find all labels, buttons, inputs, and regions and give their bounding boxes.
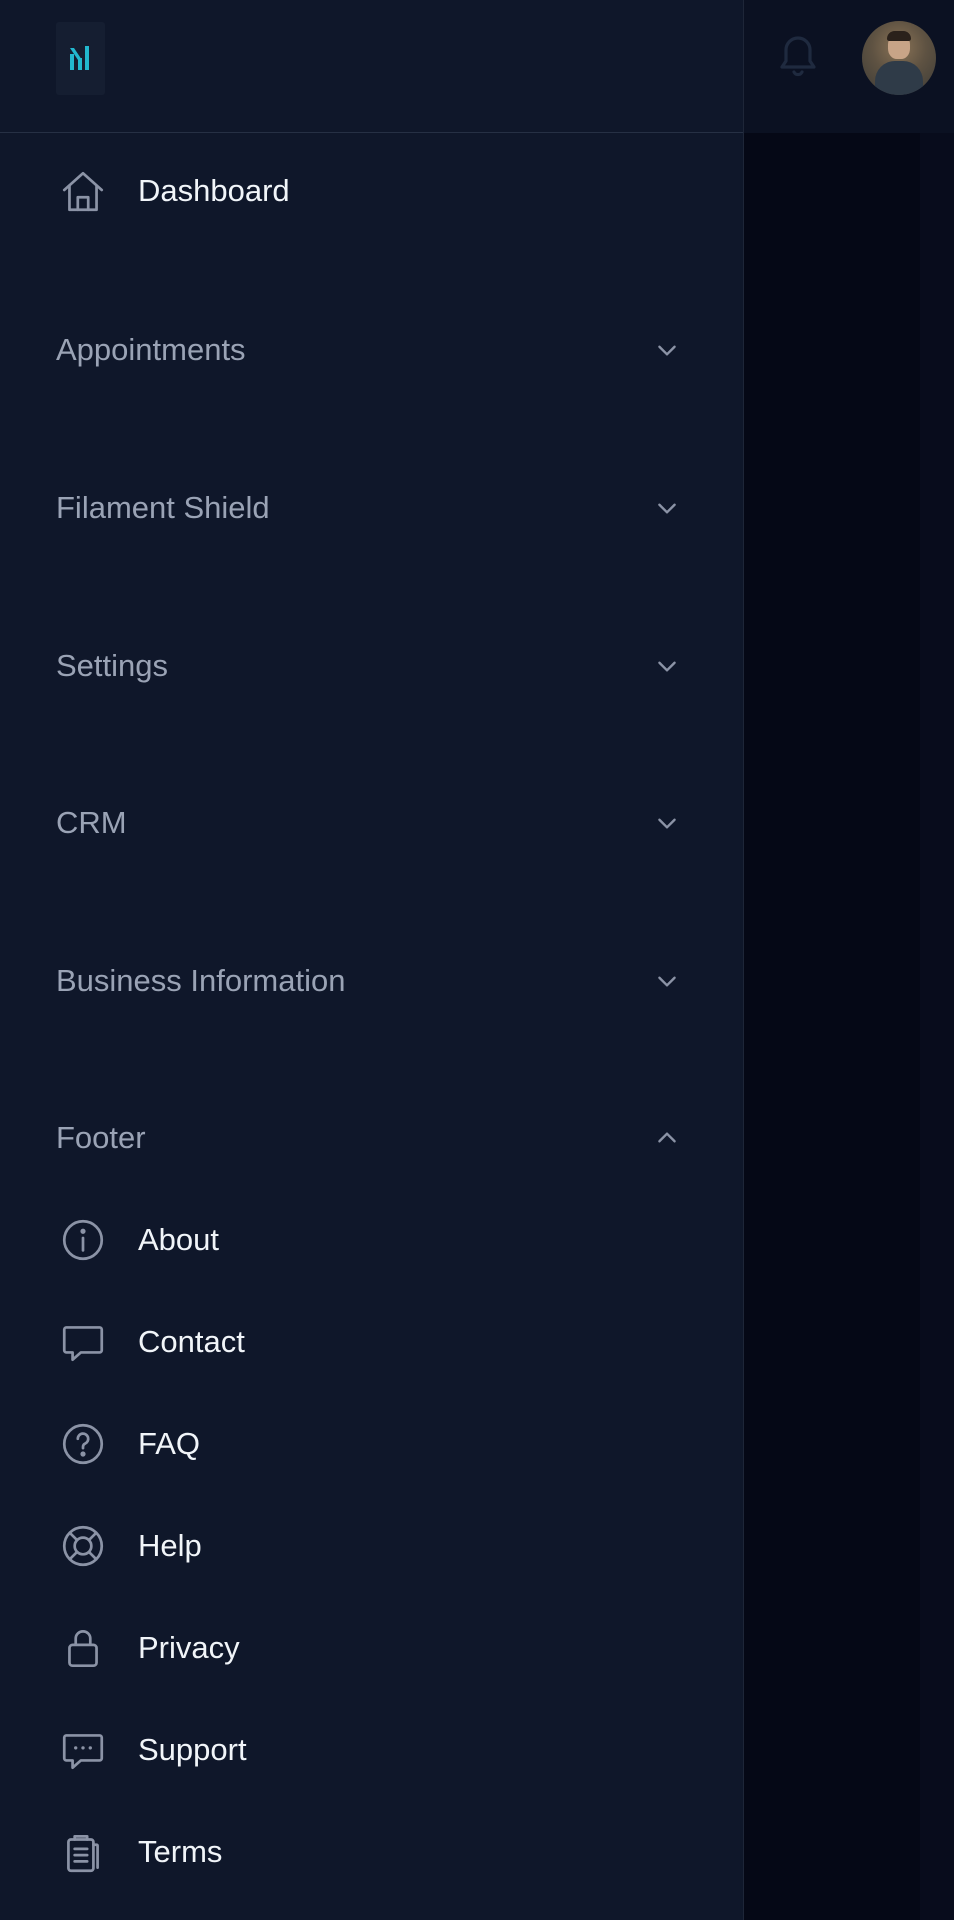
brand-logo-icon[interactable] [56, 22, 105, 95]
clipboard-list-icon [56, 1825, 110, 1879]
chevron-down-icon[interactable] [652, 493, 682, 523]
sidebar-item-label: Support [138, 1732, 247, 1767]
sidebar-item-privacy[interactable]: Privacy [56, 1621, 676, 1675]
sidebar-item-terms[interactable]: Terms [56, 1825, 676, 1879]
chevron-down-icon[interactable] [652, 808, 682, 838]
avatar-hair [887, 31, 911, 41]
sidebar-item-help[interactable]: Help [56, 1519, 676, 1573]
sidebar-item-contact[interactable]: Contact [56, 1315, 676, 1369]
sidebar-group-appointments[interactable]: Appointments [56, 323, 682, 377]
sidebar-item-faq[interactable]: FAQ [56, 1417, 676, 1471]
sidebar-group-label: Filament Shield [56, 490, 270, 525]
home-icon [56, 164, 110, 218]
sidebar-group-label: Business Information [56, 963, 346, 998]
sidebar-group-label: Footer [56, 1120, 146, 1155]
chevron-up-icon[interactable] [652, 1123, 682, 1153]
sidebar: Dashboard Appointments Filament Shield S… [0, 0, 744, 1920]
sidebar-item-about[interactable]: About [56, 1213, 676, 1267]
chevron-down-icon[interactable] [652, 651, 682, 681]
sidebar-item-label: Help [138, 1528, 202, 1563]
sidebar-item-label: About [138, 1222, 220, 1257]
sidebar-group-label: CRM [56, 805, 127, 840]
sidebar-group-label: Settings [56, 648, 169, 683]
sidebar-group-business-information[interactable]: Business Information [56, 954, 682, 1008]
avatar-shirt [875, 61, 923, 95]
sidebar-group-crm[interactable]: CRM [56, 796, 682, 850]
sidebar-item-label: Privacy [138, 1630, 240, 1665]
sidebar-item-label: Contact [138, 1324, 245, 1359]
question-circle-icon [56, 1417, 110, 1471]
lock-icon [56, 1621, 110, 1675]
chat-bubble-icon [56, 1315, 110, 1369]
content-scroll-area [920, 133, 954, 1920]
chevron-down-icon[interactable] [652, 335, 682, 365]
sidebar-group-footer[interactable]: Footer [56, 1111, 682, 1165]
chat-dots-icon [56, 1723, 110, 1777]
bell-icon[interactable] [774, 30, 822, 82]
sidebar-item-label: FAQ [138, 1426, 201, 1461]
sidebar-item-label: Terms [138, 1834, 223, 1869]
sidebar-group-filament-shield[interactable]: Filament Shield [56, 481, 682, 535]
info-circle-icon [56, 1213, 110, 1267]
user-avatar[interactable] [862, 21, 936, 95]
chevron-down-icon[interactable] [652, 966, 682, 996]
sidebar-item-dashboard[interactable]: Dashboard [56, 164, 676, 218]
sidebar-group-settings[interactable]: Settings [56, 639, 682, 693]
sidebar-item-support[interactable]: Support [56, 1723, 676, 1777]
sidebar-group-label: Appointments [56, 332, 246, 367]
lifebuoy-icon [56, 1519, 110, 1573]
sidebar-header [0, 0, 743, 133]
sidebar-item-label: Dashboard [138, 173, 290, 208]
